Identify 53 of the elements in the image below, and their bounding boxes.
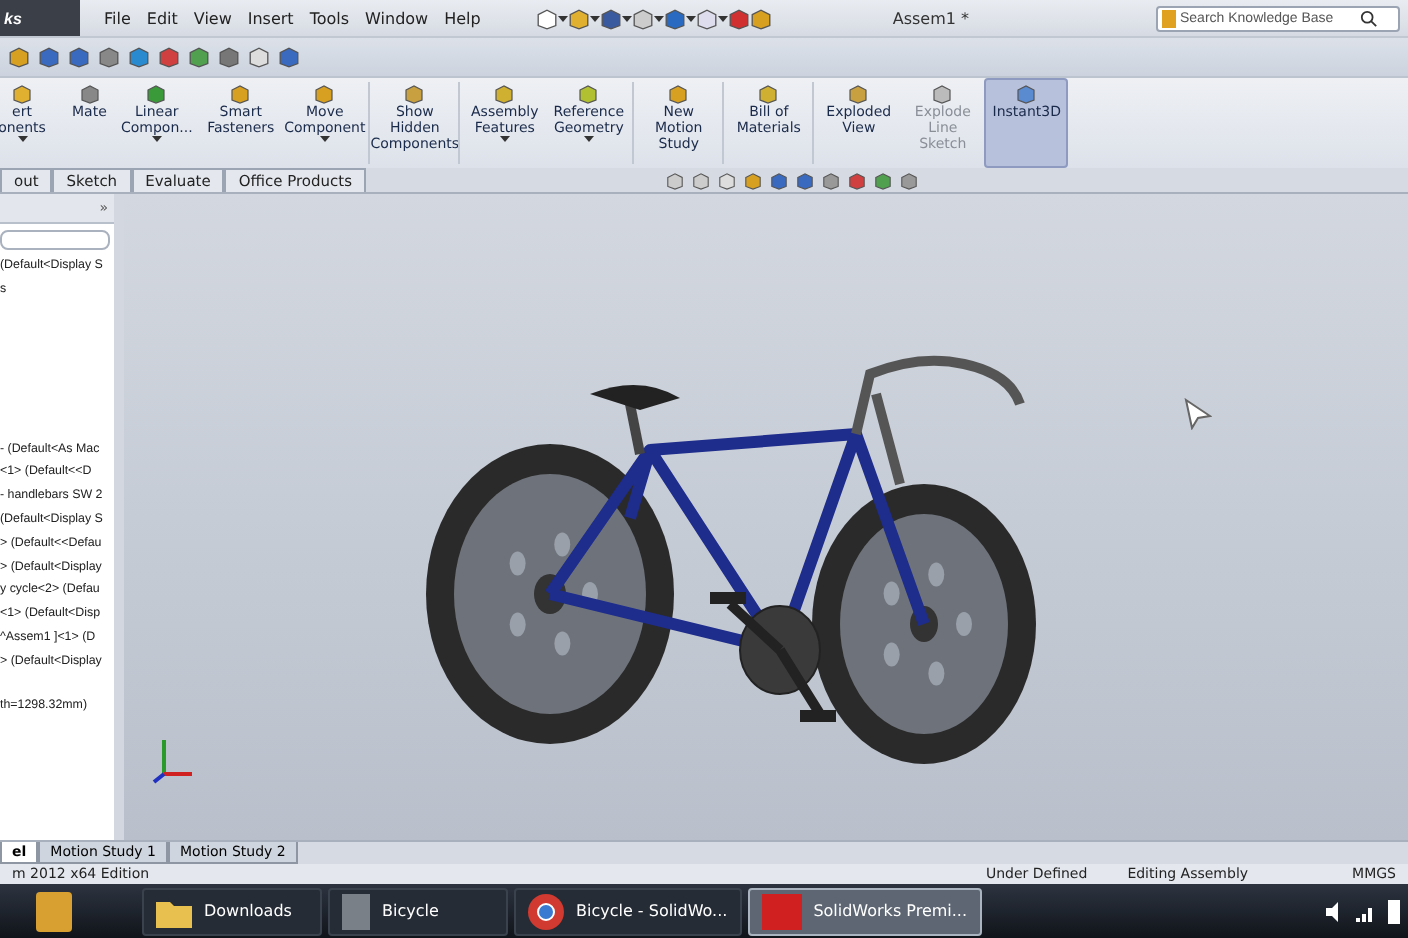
- menu-item[interactable]: Tools: [301, 9, 358, 27]
- view-tool-icon[interactable]: [248, 46, 270, 68]
- book-icon: [1162, 9, 1176, 27]
- view-tool-icon[interactable]: [158, 46, 180, 68]
- caret-icon[interactable]: [558, 15, 569, 21]
- app-logo: ks: [0, 0, 80, 36]
- view-tool-icon[interactable]: [8, 46, 30, 68]
- tool-icon[interactable]: [79, 84, 100, 104]
- view-tool-icon[interactable]: [128, 46, 150, 68]
- document-icon[interactable]: [36, 891, 72, 931]
- taskbar-button[interactable]: SolidWorks Premi...: [747, 887, 982, 935]
- caret-icon[interactable]: [499, 136, 510, 142]
- menu-item[interactable]: View: [185, 9, 240, 27]
- caret-icon[interactable]: [17, 136, 27, 142]
- window-title: Assem1 *: [892, 9, 969, 27]
- taskbar-button[interactable]: Downloads: [142, 887, 322, 935]
- tool-icon[interactable]: [758, 84, 779, 104]
- caret-icon[interactable]: [583, 136, 594, 142]
- view-tool-icon[interactable]: [188, 46, 210, 68]
- speaker-icon[interactable]: [1324, 901, 1344, 921]
- tool-icon[interactable]: [1016, 84, 1037, 104]
- caret-icon[interactable]: [151, 136, 162, 142]
- view-tool-icon[interactable]: [278, 46, 300, 68]
- menu-item[interactable]: Window: [357, 9, 437, 27]
- tool-icon[interactable]: [578, 84, 599, 104]
- battery-icon[interactable]: [1388, 899, 1400, 923]
- tool-icon[interactable]: [668, 84, 689, 104]
- view-tool-icon[interactable]: [38, 46, 60, 68]
- search-icon[interactable]: [1360, 9, 1378, 27]
- view-tool-icon[interactable]: [68, 46, 90, 68]
- caret-icon[interactable]: [590, 15, 601, 21]
- tool-icon[interactable]: [848, 84, 869, 104]
- caret-icon[interactable]: [319, 136, 330, 142]
- taskbar-button[interactable]: Bicycle - SolidWo...: [514, 887, 742, 935]
- menu-item[interactable]: Help: [436, 9, 489, 27]
- menu-item[interactable]: File: [96, 9, 139, 27]
- tool-icon[interactable]: [146, 84, 167, 104]
- menu-item[interactable]: Edit: [138, 9, 186, 27]
- caret-icon[interactable]: [622, 15, 633, 21]
- view-tool-icon[interactable]: [218, 46, 240, 68]
- caret-icon[interactable]: [686, 15, 697, 21]
- caret-icon[interactable]: [718, 15, 729, 21]
- tool-icon[interactable]: [314, 84, 335, 104]
- tool-icon[interactable]: [12, 84, 32, 104]
- taskbar-button[interactable]: Bicycle: [328, 887, 508, 935]
- filter-field[interactable]: [0, 230, 110, 250]
- tool-icon[interactable]: [404, 84, 425, 104]
- view-tool-icon[interactable]: [98, 46, 120, 68]
- tool-icon[interactable]: [494, 84, 515, 104]
- menu-item[interactable]: Insert: [239, 9, 302, 27]
- caret-icon[interactable]: [654, 15, 665, 21]
- browser-icon: [528, 893, 564, 929]
- tool-icon[interactable]: [230, 84, 251, 104]
